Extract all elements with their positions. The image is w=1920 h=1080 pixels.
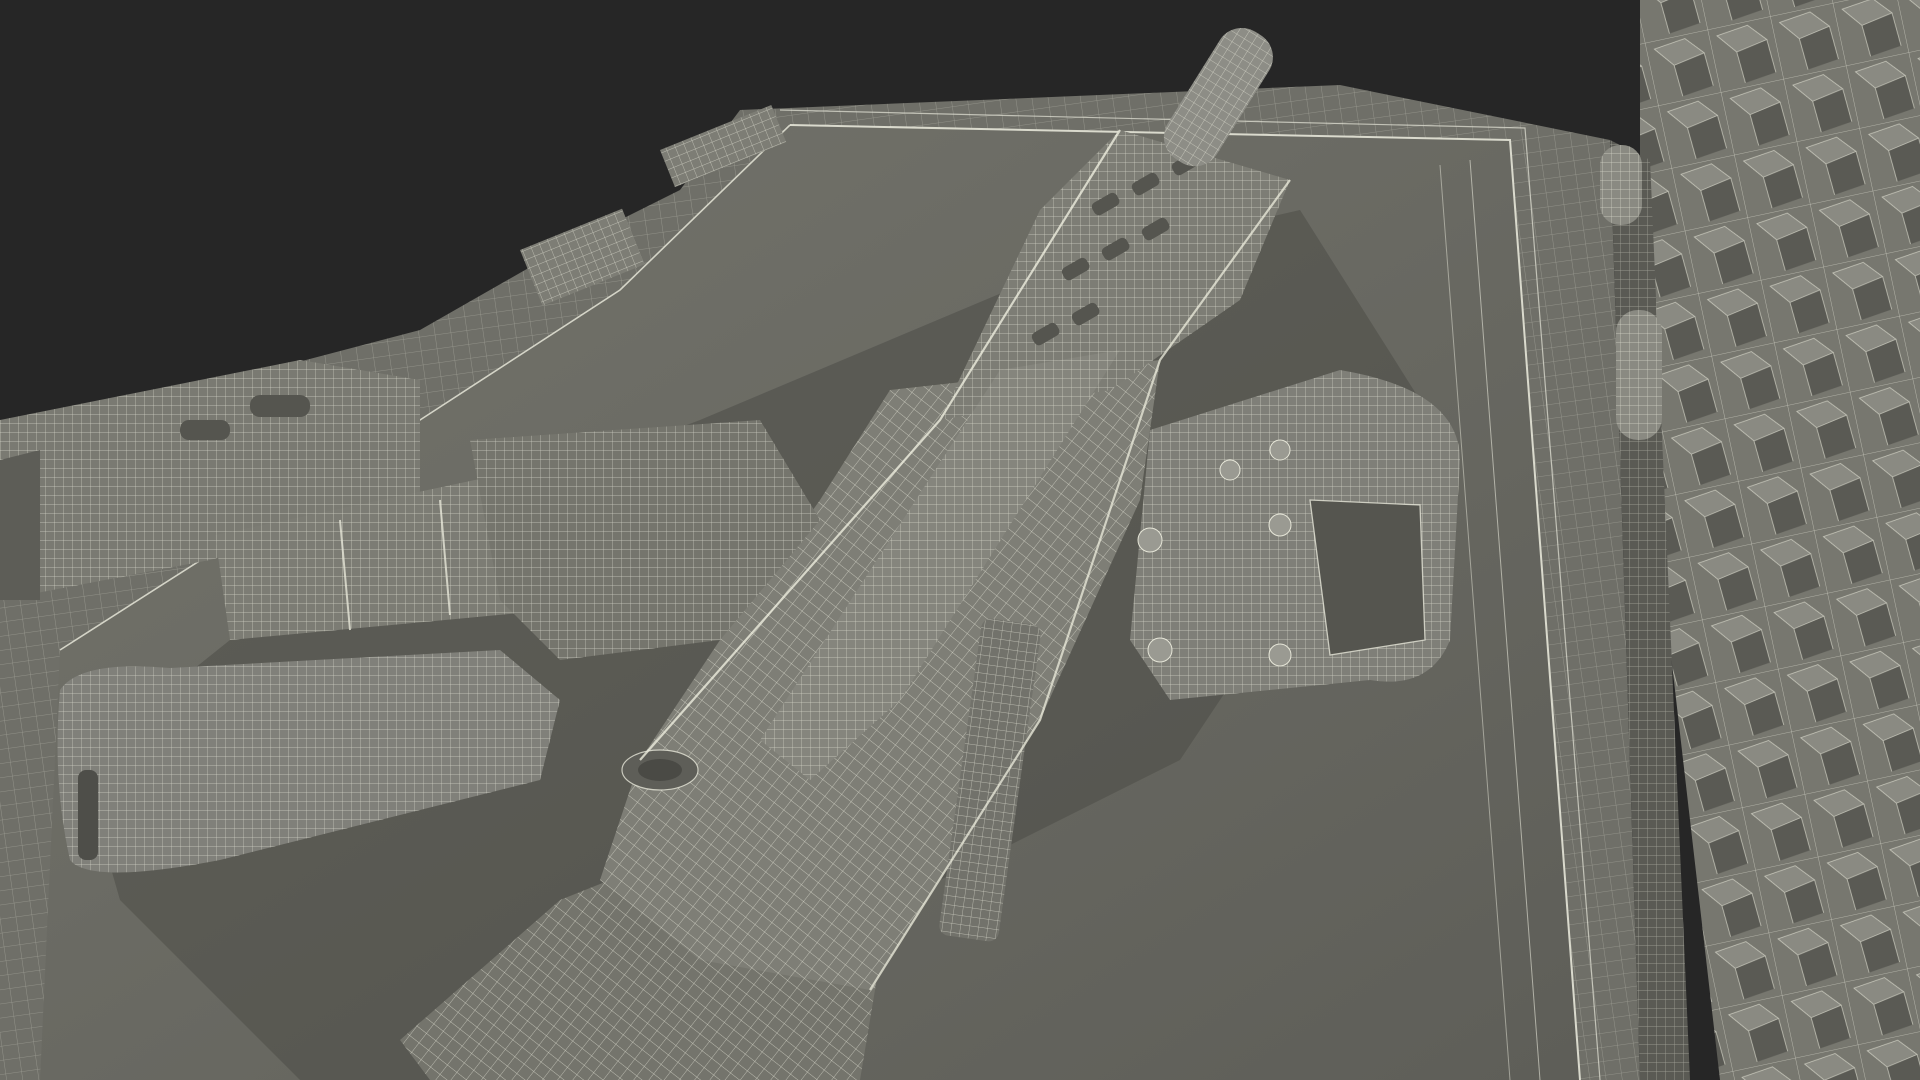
case-foam-lid [1610,0,1920,1080]
wireframe-render [0,0,1920,1080]
